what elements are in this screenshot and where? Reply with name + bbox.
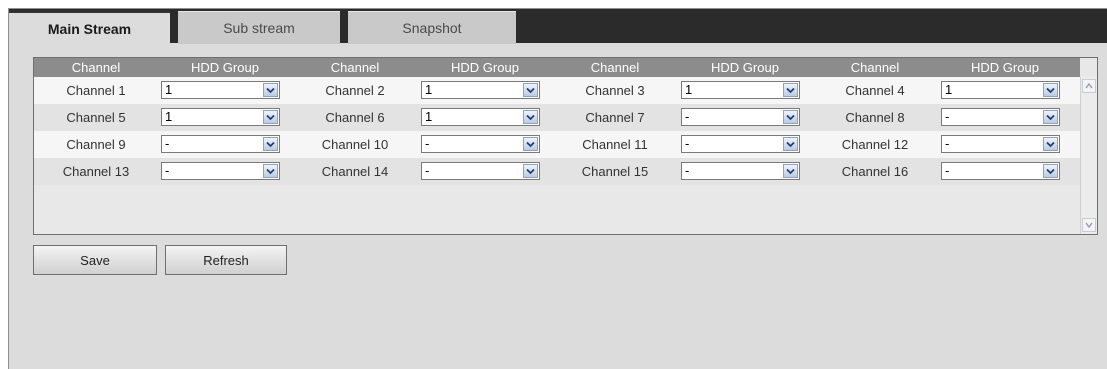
hdd-group-value: - bbox=[945, 163, 950, 178]
hdd-group-select[interactable]: - bbox=[161, 135, 280, 153]
channel-label: Channel 13 bbox=[62, 164, 130, 179]
channel-label: Channel 5 bbox=[66, 110, 126, 125]
header-channel: Channel bbox=[850, 60, 900, 75]
hdd-group-value: 1 bbox=[165, 109, 173, 124]
chevron-down-icon[interactable] bbox=[783, 137, 798, 151]
channel-label: Channel 14 bbox=[321, 164, 389, 179]
hdd-group-value: - bbox=[945, 136, 950, 151]
chevron-down-icon[interactable] bbox=[523, 110, 538, 124]
hdd-group-select[interactable]: 1 bbox=[681, 81, 800, 99]
header-channel: Channel bbox=[590, 60, 640, 75]
header-hdd-group: HDD Group bbox=[971, 60, 1039, 75]
channel-label: Channel 12 bbox=[841, 137, 909, 152]
chevron-down-icon[interactable] bbox=[263, 83, 278, 97]
table-header: Channel HDD Group Channel HDD Group Chan… bbox=[34, 58, 1080, 77]
table-row: Channel 13 - Channel 14 - Channel 15 - Channel… bbox=[34, 158, 1080, 185]
chevron-down-icon[interactable] bbox=[1043, 137, 1058, 151]
channel-label: Channel 3 bbox=[585, 83, 645, 98]
chevron-down-icon[interactable] bbox=[1043, 164, 1058, 178]
chevron-down-icon[interactable] bbox=[263, 137, 278, 151]
hdd-group-select[interactable]: - bbox=[681, 135, 800, 153]
hdd-group-select[interactable]: - bbox=[681, 108, 800, 126]
header-hdd-group: HDD Group bbox=[191, 60, 259, 75]
hdd-group-select[interactable]: 1 bbox=[941, 81, 1060, 99]
channel-hdd-group-table: Channel HDD Group Channel HDD Group Chan… bbox=[33, 57, 1098, 235]
hdd-group-value: - bbox=[685, 163, 690, 178]
channel-label: Channel 7 bbox=[585, 110, 645, 125]
hdd-group-value: - bbox=[685, 136, 690, 151]
header-channel: Channel bbox=[330, 60, 380, 75]
scroll-down-icon[interactable] bbox=[1082, 218, 1096, 232]
hdd-group-value: - bbox=[685, 109, 690, 124]
tab-main-stream[interactable]: Main Stream bbox=[9, 11, 170, 45]
channel-label: Channel 1 bbox=[66, 83, 126, 98]
tab-snapshot[interactable]: Snapshot bbox=[348, 11, 516, 44]
chevron-down-icon[interactable] bbox=[263, 110, 278, 124]
hdd-group-value: 1 bbox=[425, 109, 433, 124]
chevron-down-icon[interactable] bbox=[523, 164, 538, 178]
refresh-button[interactable]: Refresh bbox=[165, 245, 287, 275]
channel-label: Channel 6 bbox=[325, 110, 385, 125]
chevron-down-icon[interactable] bbox=[783, 164, 798, 178]
hdd-group-select[interactable]: 1 bbox=[421, 81, 540, 99]
channel-label: Channel 16 bbox=[841, 164, 909, 179]
channel-label: Channel 4 bbox=[845, 83, 905, 98]
vertical-scrollbar[interactable] bbox=[1080, 77, 1097, 234]
header-channel: Channel bbox=[71, 60, 121, 75]
hdd-group-value: - bbox=[165, 136, 170, 151]
chevron-down-icon[interactable] bbox=[783, 110, 798, 124]
hdd-group-value: - bbox=[425, 136, 430, 151]
hdd-group-select[interactable]: 1 bbox=[421, 108, 540, 126]
hdd-group-select[interactable]: - bbox=[421, 135, 540, 153]
hdd-group-select[interactable]: 1 bbox=[161, 108, 280, 126]
header-hdd-group: HDD Group bbox=[451, 60, 519, 75]
channel-label: Channel 9 bbox=[66, 137, 126, 152]
chevron-down-icon[interactable] bbox=[263, 164, 278, 178]
hdd-group-value: 1 bbox=[425, 82, 433, 97]
hdd-group-select[interactable]: - bbox=[941, 135, 1060, 153]
hdd-group-select[interactable]: - bbox=[941, 162, 1060, 180]
header-hdd-group: HDD Group bbox=[711, 60, 779, 75]
chevron-down-icon[interactable] bbox=[783, 83, 798, 97]
hdd-group-value: 1 bbox=[685, 82, 693, 97]
hdd-group-select[interactable]: 1 bbox=[161, 81, 280, 99]
chevron-down-icon[interactable] bbox=[523, 83, 538, 97]
hdd-group-select[interactable]: - bbox=[161, 162, 280, 180]
channel-label: Channel 15 bbox=[581, 164, 649, 179]
channel-label: Channel 8 bbox=[845, 110, 905, 125]
hdd-group-select[interactable]: - bbox=[421, 162, 540, 180]
hdd-group-select[interactable]: - bbox=[681, 162, 800, 180]
chevron-down-icon[interactable] bbox=[523, 137, 538, 151]
chevron-down-icon[interactable] bbox=[1043, 83, 1058, 97]
hdd-group-select[interactable]: - bbox=[941, 108, 1060, 126]
hdd-group-value: - bbox=[945, 109, 950, 124]
channel-label: Channel 11 bbox=[582, 137, 648, 152]
tab-sub-stream[interactable]: Sub stream bbox=[178, 11, 340, 44]
table-row: Channel 9 - Channel 10 - Channel 11 - Channel … bbox=[34, 131, 1080, 158]
storage-settings-panel: Main Stream Sub stream Snapshot Channel … bbox=[8, 8, 1107, 369]
table-row: Channel 5 1 Channel 6 1 Channel 7 - Channel 8 - bbox=[34, 104, 1080, 131]
table-row: Channel 1 1 Channel 2 1 Channel 3 1 Channel 4 1 bbox=[34, 77, 1080, 104]
save-button[interactable]: Save bbox=[33, 245, 157, 275]
channel-label: Channel 10 bbox=[321, 137, 389, 152]
channel-label: Channel 2 bbox=[325, 83, 385, 98]
hdd-group-value: 1 bbox=[945, 82, 953, 97]
tab-bar: Main Stream Sub stream Snapshot bbox=[9, 9, 1107, 45]
hdd-group-value: - bbox=[425, 163, 430, 178]
hdd-group-value: 1 bbox=[165, 82, 173, 97]
hdd-group-value: - bbox=[165, 163, 170, 178]
scroll-up-icon[interactable] bbox=[1082, 79, 1096, 93]
chevron-down-icon[interactable] bbox=[1043, 110, 1058, 124]
